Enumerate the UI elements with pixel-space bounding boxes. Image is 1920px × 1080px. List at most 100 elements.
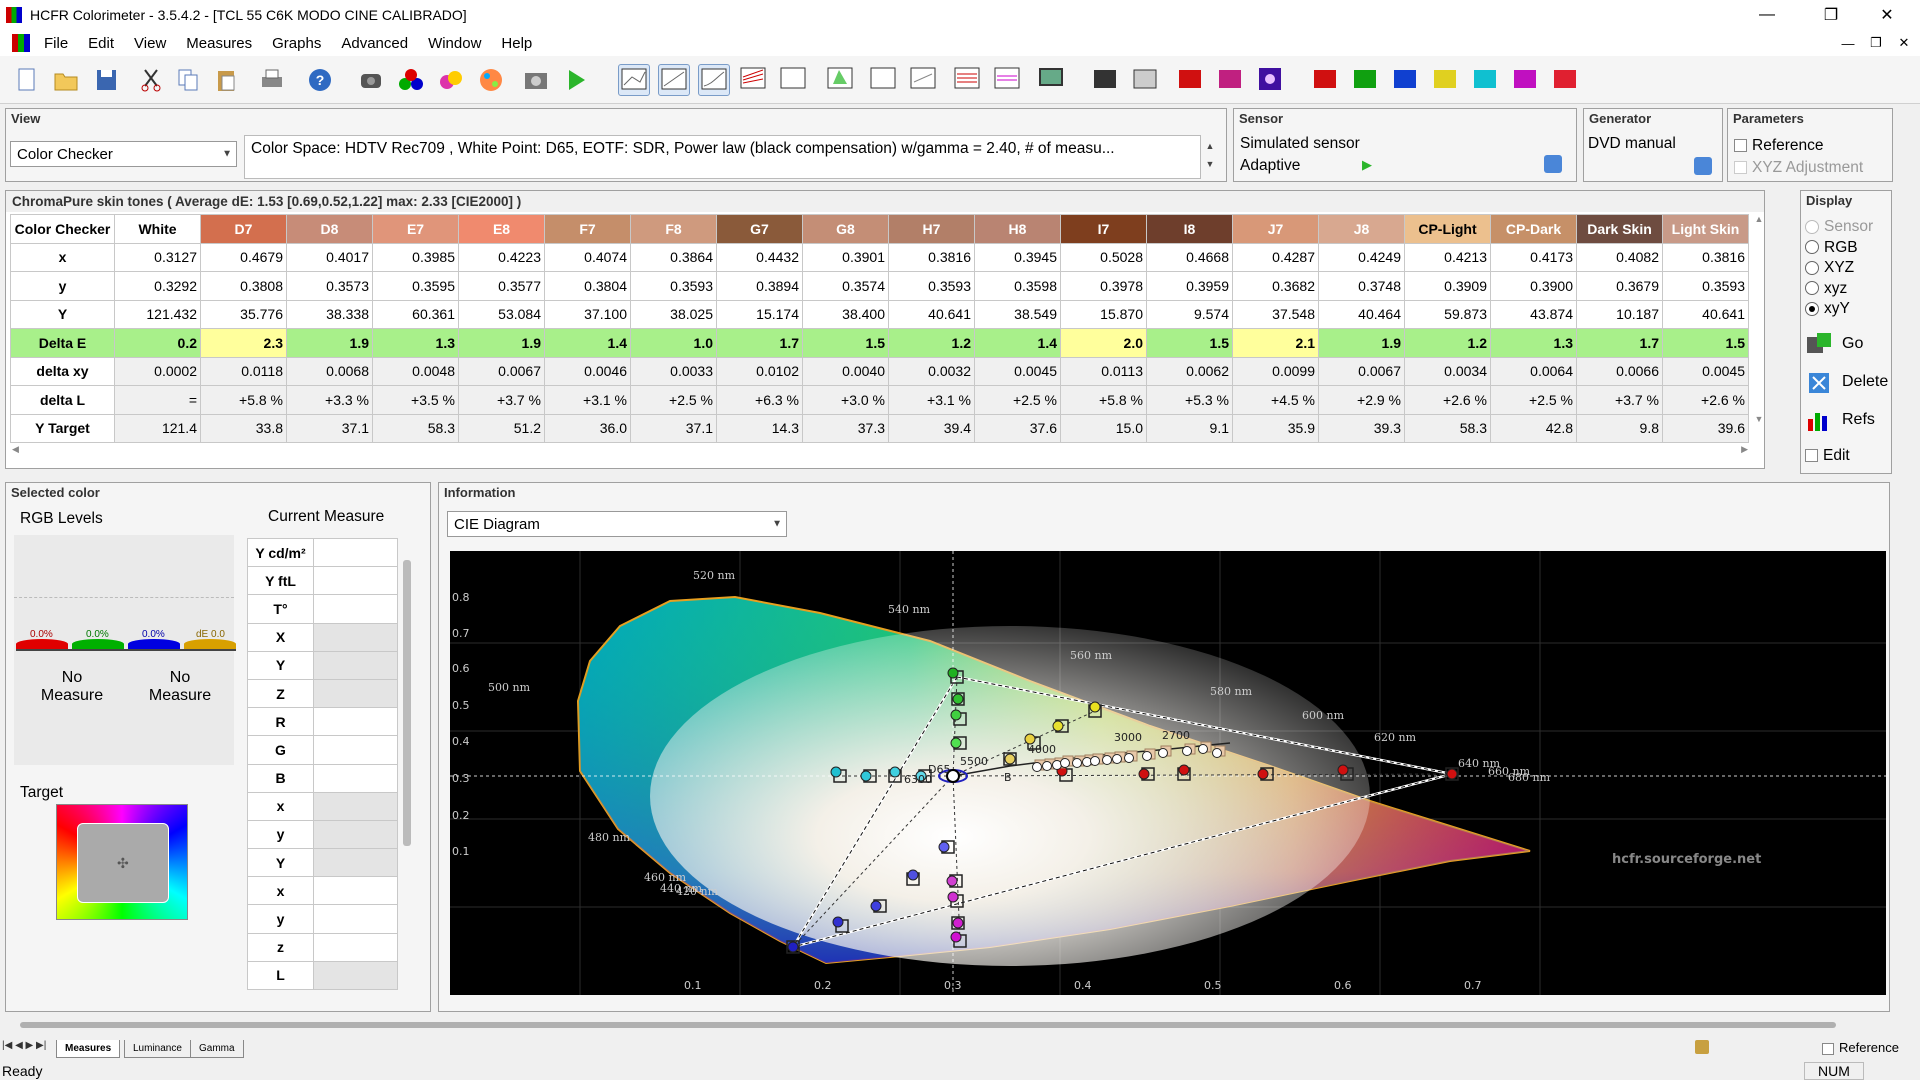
table-cell[interactable]: 0.0045 — [1662, 356, 1749, 386]
sensor-config-icon[interactable] — [1544, 155, 1562, 173]
column-header-12[interactable]: I8 — [1146, 214, 1233, 244]
table-cell[interactable]: 0.3816 — [888, 242, 975, 272]
go-button[interactable]: Go — [1800, 327, 1890, 361]
table-cell[interactable]: 0.4213 — [1404, 242, 1491, 272]
table-cell[interactable]: +3.1 % — [888, 385, 975, 415]
view-mode-select[interactable]: Color Checker ▼ — [10, 141, 237, 167]
table-cell[interactable]: 0.3682 — [1232, 271, 1319, 301]
column-header-1[interactable]: D7 — [200, 214, 287, 244]
table-cell[interactable]: 0.4432 — [716, 242, 803, 272]
graph-4-icon[interactable] — [778, 64, 810, 96]
table-cell[interactable]: +4.5 % — [1232, 385, 1319, 415]
table-cell[interactable]: 1.3 — [372, 328, 459, 358]
table-cell[interactable]: 36.0 — [544, 413, 631, 443]
table-cell[interactable]: 14.3 — [716, 413, 803, 443]
table-cell[interactable]: 0.3292 — [114, 271, 201, 301]
column-header-13[interactable]: J7 — [1232, 214, 1319, 244]
edit-checkbox[interactable]: Edit — [1805, 447, 1850, 465]
yellow-sat-icon[interactable] — [1430, 64, 1462, 96]
gray-patch-icon[interactable] — [1090, 64, 1122, 96]
table-cell[interactable]: 10.187 — [1576, 299, 1663, 329]
table-cell[interactable]: 0.4223 — [458, 242, 545, 272]
table-cell[interactable]: 0.0040 — [802, 356, 889, 386]
table-cell[interactable]: 0.3808 — [200, 271, 287, 301]
mdi-close-icon[interactable]: ✕ — [1892, 30, 1916, 56]
minimize-button[interactable]: — — [1744, 0, 1790, 30]
table-cell[interactable]: 1.7 — [1576, 328, 1663, 358]
red-sat-icon[interactable] — [1310, 64, 1342, 96]
purple-patch-icon[interactable] — [1255, 64, 1287, 96]
measure-scrollbar[interactable] — [403, 560, 411, 846]
table-cell[interactable]: 0.0002 — [114, 356, 201, 386]
column-header-15[interactable]: CP-Light — [1404, 214, 1491, 244]
table-cell[interactable]: 1.4 — [974, 328, 1061, 358]
table-cell[interactable]: +3.0 % — [802, 385, 889, 415]
table-cell[interactable]: 0.0067 — [1318, 356, 1405, 386]
table-cell[interactable]: 1.5 — [1146, 328, 1233, 358]
generator-config-icon[interactable] — [1694, 157, 1712, 175]
help-icon[interactable]: ? — [304, 64, 336, 96]
table-cell[interactable]: 0.3573 — [286, 271, 373, 301]
menu-view[interactable]: View — [124, 35, 176, 52]
print-icon[interactable] — [256, 64, 288, 96]
table-cell[interactable]: +3.3 % — [286, 385, 373, 415]
table-cell[interactable]: 38.549 — [974, 299, 1061, 329]
table-cell[interactable]: 42.8 — [1490, 413, 1577, 443]
table-cell[interactable]: 0.3900 — [1490, 271, 1577, 301]
table-cell[interactable]: 0.3598 — [974, 271, 1061, 301]
table-cell[interactable]: 0.4173 — [1490, 242, 1577, 272]
table-cell[interactable]: 0.3127 — [114, 242, 201, 272]
sensor-icon[interactable] — [355, 64, 387, 96]
option-sensor[interactable]: Sensor — [1805, 217, 1873, 238]
option-rgb[interactable]: RGB — [1805, 238, 1873, 259]
menu-edit[interactable]: Edit — [78, 35, 124, 52]
table-cell[interactable]: +6.3 % — [716, 385, 803, 415]
table-cell[interactable]: 0.0066 — [1576, 356, 1663, 386]
column-header-4[interactable]: E8 — [458, 214, 545, 244]
table-cell[interactable]: 1.5 — [1662, 328, 1749, 358]
open-folder-icon[interactable] — [50, 64, 82, 96]
table-cell[interactable]: 60.361 — [372, 299, 459, 329]
table-cell[interactable]: 0.3864 — [630, 242, 717, 272]
table-cell[interactable]: 0.4082 — [1576, 242, 1663, 272]
table-cell[interactable]: 15.870 — [1060, 299, 1147, 329]
column-header-9[interactable]: H7 — [888, 214, 975, 244]
table-cell[interactable]: 1.0 — [630, 328, 717, 358]
table-cell[interactable]: 0.0067 — [458, 356, 545, 386]
table-cell[interactable]: 38.400 — [802, 299, 889, 329]
table-cell[interactable]: 15.0 — [1060, 413, 1147, 443]
graph-8-icon[interactable] — [992, 64, 1024, 96]
table-cell[interactable]: 33.8 — [200, 413, 287, 443]
table-cell[interactable]: 0.3593 — [1662, 271, 1749, 301]
table-cell[interactable]: 0.0033 — [630, 356, 717, 386]
column-header-18[interactable]: Light Skin — [1662, 214, 1749, 244]
table-cell[interactable]: 38.338 — [286, 299, 373, 329]
column-header-6[interactable]: F8 — [630, 214, 717, 244]
view-graph-2-icon[interactable] — [658, 64, 690, 96]
tab-gamma[interactable]: Gamma — [190, 1040, 244, 1058]
mdi-minimize-icon[interactable]: — — [1836, 30, 1860, 56]
menu-help[interactable]: Help — [491, 35, 542, 52]
table-cell[interactable]: 0.4668 — [1146, 242, 1233, 272]
reference-checkbox[interactable]: Reference — [1734, 137, 1824, 155]
table-cell[interactable]: 43.874 — [1490, 299, 1577, 329]
table-cell[interactable]: 0.5028 — [1060, 242, 1147, 272]
column-header-14[interactable]: J8 — [1318, 214, 1405, 244]
table-cell[interactable]: +5.8 % — [200, 385, 287, 415]
table-cell[interactable]: 1.3 — [1490, 328, 1577, 358]
view-graph-3-icon[interactable] — [698, 64, 730, 96]
play-icon[interactable] — [560, 64, 592, 96]
table-cell[interactable]: 0.4287 — [1232, 242, 1319, 272]
table-cell[interactable]: +3.1 % — [544, 385, 631, 415]
cyan-sat-icon[interactable] — [1470, 64, 1502, 96]
status-reference-checkbox[interactable]: Reference — [1822, 1040, 1899, 1055]
paste-icon[interactable] — [210, 64, 242, 96]
table-cell[interactable]: 1.9 — [1318, 328, 1405, 358]
table-cell[interactable]: 1.7 — [716, 328, 803, 358]
table-cell[interactable]: 37.3 — [802, 413, 889, 443]
table-cell[interactable]: 0.0064 — [1490, 356, 1577, 386]
table-cell[interactable]: +2.9 % — [1318, 385, 1405, 415]
option-xyz-lower[interactable]: xyz — [1805, 279, 1873, 300]
table-cell[interactable]: +3.7 % — [458, 385, 545, 415]
menu-graphs[interactable]: Graphs — [262, 35, 331, 52]
